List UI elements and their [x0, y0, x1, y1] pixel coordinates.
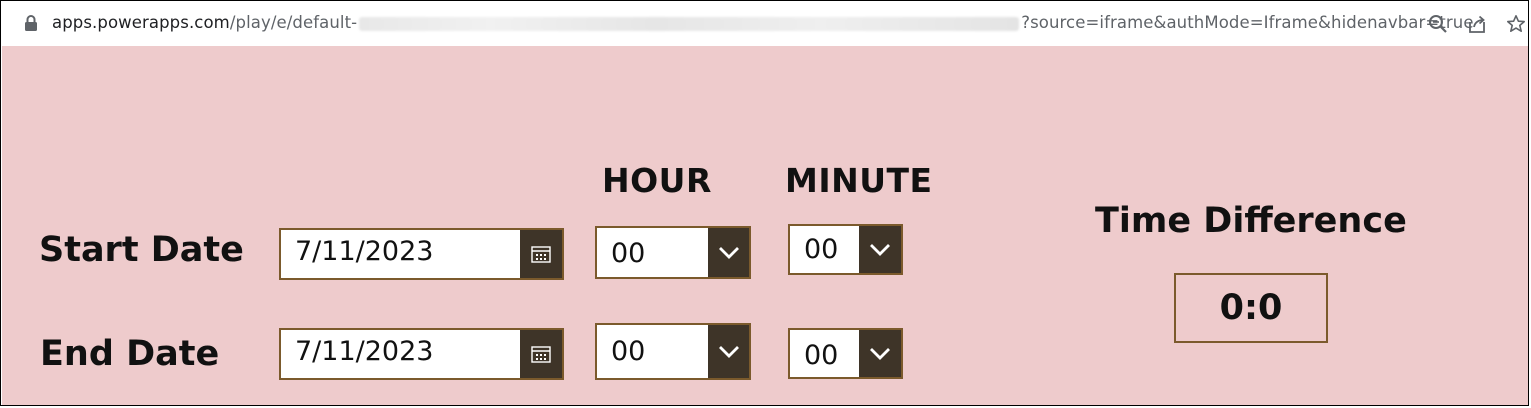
end-hour-value: 00: [611, 336, 646, 367]
url-path: /play/e/default-: [229, 13, 358, 32]
end-minute-dropdown[interactable]: 00: [788, 328, 903, 379]
url-host: apps.powerapps.com: [52, 13, 230, 32]
hour-header: HOUR: [602, 161, 712, 200]
lock-icon: [24, 14, 38, 36]
address-bar[interactable]: apps.powerapps.com/play/e/default- ?sourc…: [2, 2, 1528, 47]
start-hour-value: 00: [611, 238, 646, 269]
start-date-label: Start Date: [39, 230, 244, 270]
start-date-picker[interactable]: 7/11/2023: [279, 228, 564, 280]
share-icon[interactable]: [1467, 14, 1487, 38]
url-query: ?source=iframe&authMode=Iframe&hidenavba…: [1021, 13, 1474, 32]
url-text[interactable]: apps.powerapps.com/play/e/default- ?sourc…: [52, 13, 1474, 32]
window: apps.powerapps.com/play/e/default- ?sourc…: [0, 0, 1529, 406]
minute-header: MINUTE: [785, 161, 933, 200]
powerapps-canvas: HOUR MINUTE Start Date 7/11/2023 00 00 E…: [2, 46, 1528, 405]
start-minute-dropdown[interactable]: 00: [788, 224, 903, 275]
end-minute-value: 00: [804, 340, 839, 371]
zoom-icon[interactable]: [1428, 14, 1448, 38]
start-hour-dropdown[interactable]: 00: [595, 226, 751, 279]
chevron-down-icon[interactable]: [708, 228, 749, 277]
calendar-icon[interactable]: [520, 330, 562, 378]
end-date-label: End Date: [40, 334, 220, 374]
bookmark-star-icon[interactable]: [1506, 14, 1526, 38]
calendar-icon[interactable]: [520, 230, 562, 278]
time-difference-output: 0:0: [1174, 273, 1328, 343]
start-minute-value: 00: [804, 234, 839, 265]
chevron-down-icon[interactable]: [859, 226, 901, 273]
time-difference-title: Time Difference: [1095, 201, 1407, 241]
end-hour-dropdown[interactable]: 00: [595, 323, 751, 380]
chevron-down-icon[interactable]: [859, 330, 901, 377]
end-date-value: 7/11/2023: [295, 336, 434, 367]
time-difference-value: 0:0: [1219, 288, 1283, 328]
end-date-picker[interactable]: 7/11/2023: [279, 328, 564, 380]
start-date-value: 7/11/2023: [295, 236, 434, 267]
redacted-segment: [359, 16, 1020, 31]
chevron-down-icon[interactable]: [708, 325, 749, 378]
